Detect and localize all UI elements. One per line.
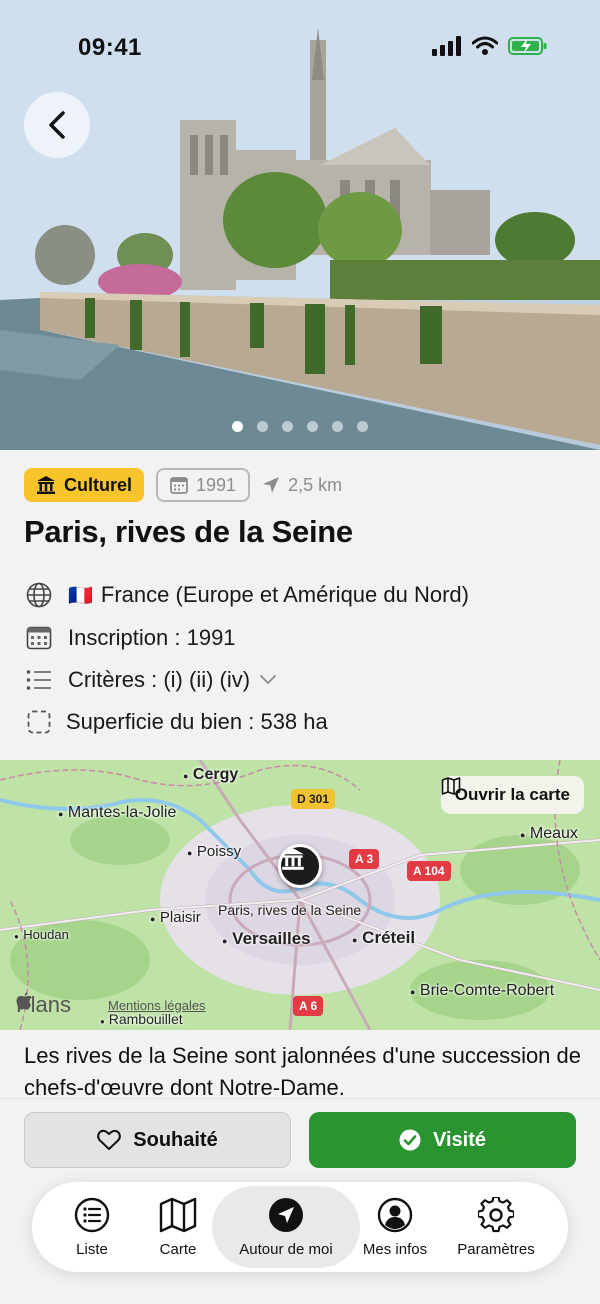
signal-icon [432,36,461,56]
map-place-label: ● Versailles [222,929,311,948]
page-dot[interactable] [232,421,243,432]
inscription-row: Inscription : 1991 [24,623,584,653]
year-label: 1991 [196,474,237,495]
criteria-row[interactable]: Critères : (i) (ii) (iv) [24,665,584,695]
map-place-label: ● Poissy [187,843,242,860]
gear-icon [478,1196,514,1232]
legal-link[interactable]: Mentions légales [108,998,206,1013]
tab-around-me[interactable]: Autour de moi [212,1186,360,1268]
category-label: Culturel [64,474,133,495]
visited-label: Visité [433,1128,486,1151]
museum-icon [282,848,304,870]
area-label: Superficie du bien : 538 ha [66,709,328,734]
status-bar: 09:41 [0,0,600,96]
distance-label: 2,5 km [288,474,343,495]
tab-label: Mes infos [362,1240,428,1258]
tab-label: Carte [159,1240,197,1258]
back-button[interactable] [24,92,90,158]
page-dot[interactable] [357,421,368,432]
map-place-label: ● Cergy [183,766,239,783]
tab-map[interactable]: Carte [138,1186,218,1268]
tab-list[interactable]: Liste [52,1186,132,1268]
person-icon [377,1197,413,1232]
page-dot[interactable] [332,421,343,432]
open-map-label: Ouvrir la carte [454,785,570,804]
map-place-label: ● Meaux [520,825,578,842]
description-text: Les rives de la Seine sont jalonnées d'u… [24,1043,582,1100]
page-dot[interactable] [307,421,318,432]
site-map-pin[interactable] [278,844,322,888]
site-map-label: Paris, rives de la Seine [218,902,362,918]
country-label: France (Europe et Amérique du Nord) [100,582,469,607]
chevron-down-icon[interactable] [260,675,276,685]
bottom-panel: Souhaité Visité Liste Carte Autour de mo… [0,1098,600,1304]
location-map[interactable]: ● Cergy ● Mantes-la-Jolie ● Poissy ● Mea… [0,760,600,1030]
road-shield: A 6 [293,996,324,1016]
calendar-icon [26,626,52,650]
wishlist-label: Souhaité [133,1128,218,1151]
list-icon [74,1197,110,1232]
map-place-label: ● Plaisir [150,909,201,926]
country-row: 🇫🇷 France (Europe et Amérique du Nord) [24,580,584,610]
heart-icon [97,1129,122,1150]
tag-row: Culturel 1991 2,5 km [24,468,342,502]
visited-button[interactable]: Visité [309,1112,576,1168]
criteria-label: Critères : (i) (ii) (iv) [68,667,251,692]
tab-settings[interactable]: Paramètres [446,1186,546,1268]
location-arrow-icon [269,1197,303,1232]
map-place-label: ● Rambouillet [100,1011,183,1027]
checkmark-circle-icon [399,1129,421,1151]
distance-info: 2,5 km [262,475,342,496]
map-icon [441,777,461,795]
museum-icon [37,476,55,494]
road-shield: A 104 [407,861,451,881]
tab-label: Autour de moi [239,1240,333,1258]
country-flag: 🇫🇷 [68,584,93,607]
area-row: Superficie du bien : 538 ha [24,707,584,737]
dashed-square-icon [27,710,51,734]
map-place-label: ● Houdan [14,927,69,942]
category-badge: Culturel [24,468,145,502]
apple-logo-icon [16,992,32,1010]
tab-my-info[interactable]: Mes infos [354,1186,436,1268]
globe-icon [26,582,52,608]
status-time: 09:41 [78,34,142,61]
map-place-label: ● Créteil [352,928,416,947]
battery-charging-icon [508,37,547,55]
map-icon [159,1197,197,1232]
list-icon [26,670,51,690]
year-badge: 1991 [156,468,251,502]
calendar-icon [170,477,188,494]
hero-photo[interactable]: 09:41 [0,0,600,450]
map-place-label: ● Mantes-la-Jolie [58,804,177,821]
page-dot[interactable] [282,421,293,432]
map-place-label: ● Brie-Comte-Robert [410,982,555,999]
tab-bar: Liste Carte Autour de moi Mes infos Para… [32,1182,568,1272]
page-title: Paris, rives de la Seine [24,514,353,549]
plans-attribution: Plans [16,992,72,1017]
wishlist-button[interactable]: Souhaité [24,1112,291,1168]
tab-label: Paramètres [457,1240,535,1258]
page-dot[interactable] [257,421,268,432]
chevron-left-icon [49,111,65,139]
wifi-icon [472,36,498,55]
road-shield: D 301 [291,789,336,809]
tab-label: Liste [76,1240,108,1258]
photo-pagination[interactable] [0,421,600,432]
road-shield: A 3 [349,849,380,869]
open-map-button[interactable]: Ouvrir la carte [440,776,584,814]
inscription-label: Inscription : 1991 [68,625,236,650]
location-arrow-icon [263,477,280,493]
